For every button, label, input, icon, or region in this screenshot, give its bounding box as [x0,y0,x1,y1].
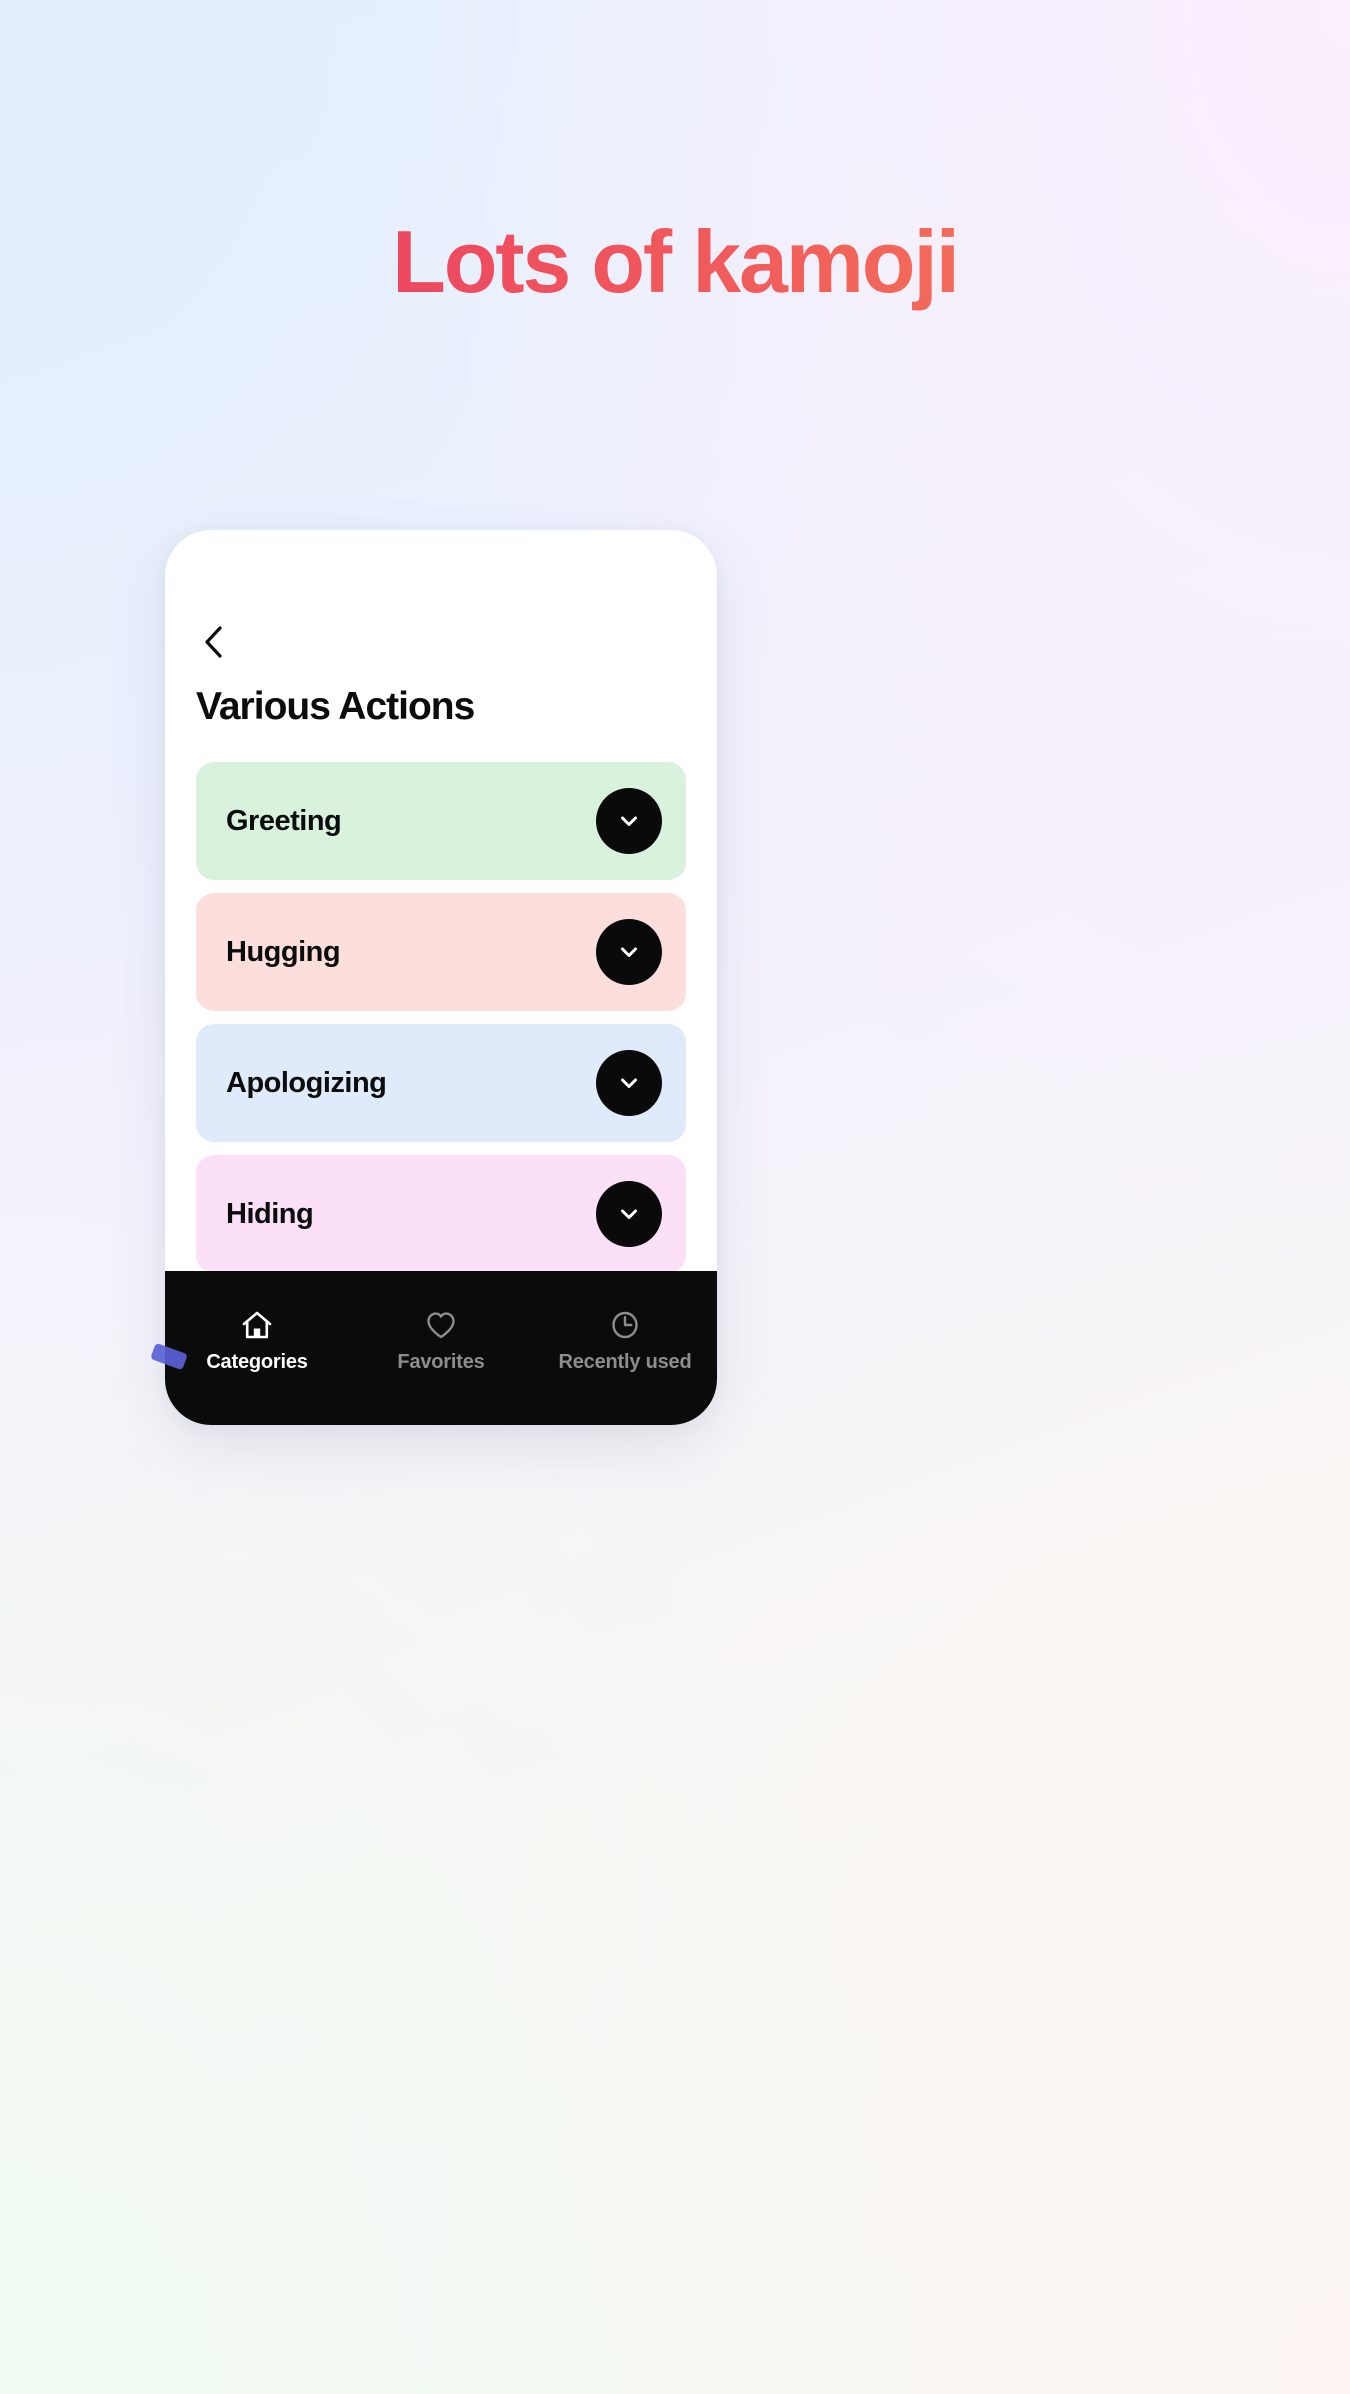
category-row-apologizing[interactable]: Apologizing [196,1024,686,1142]
phone-mockup-card: Various Actions Greeting Hugging Apologi… [165,530,717,1425]
back-button[interactable] [191,620,235,664]
app-screen: Various Actions Greeting Hugging Apologi… [165,530,717,1271]
clock-icon [609,1308,641,1342]
chevron-down-icon [616,939,642,965]
page-headline: Lots of kamoji [0,213,1350,311]
category-label: Greeting [226,804,342,837]
chevron-down-icon [616,1201,642,1227]
category-label: Apologizing [226,1066,387,1099]
expand-toggle-button[interactable] [596,1050,662,1116]
nav-item-favorites[interactable]: Favorites [349,1308,533,1374]
bottom-navigation-bar: Categories Favorites Recently used [165,1271,717,1425]
nav-item-label: Categories [206,1351,308,1373]
nav-item-recently-used[interactable]: Recently used [533,1308,717,1374]
expand-toggle-button[interactable] [596,788,662,854]
nav-item-label: Favorites [397,1351,485,1373]
expand-toggle-button[interactable] [596,919,662,985]
expand-toggle-button[interactable] [596,1181,662,1247]
chevron-down-icon [616,808,642,834]
category-row-greeting[interactable]: Greeting [196,762,686,880]
nav-item-label: Recently used [558,1351,692,1373]
nav-item-categories[interactable]: Categories [165,1308,349,1374]
category-list: Greeting Hugging Apologizing Hiding [196,762,686,1271]
category-label: Hiding [226,1197,314,1230]
heart-icon [425,1308,457,1342]
chevron-down-icon [616,1070,642,1096]
category-row-hiding[interactable]: Hiding [196,1155,686,1271]
home-icon [241,1308,273,1342]
category-row-hugging[interactable]: Hugging [196,893,686,1011]
page-title: Various Actions [196,685,475,728]
chevron-left-icon [202,625,224,659]
category-label: Hugging [226,935,341,968]
